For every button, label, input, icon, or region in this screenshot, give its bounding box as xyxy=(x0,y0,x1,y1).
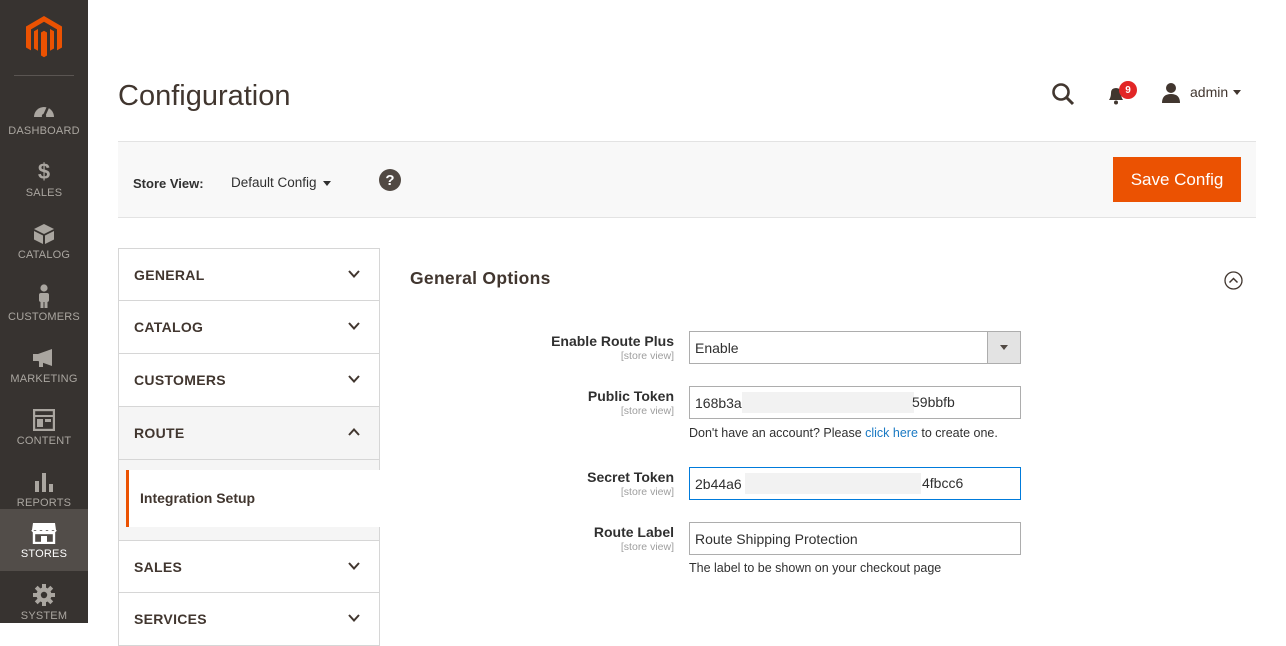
scope-hint: [store view] xyxy=(620,486,674,498)
admin-sidebar: DASHBOARD $ SALES CATALOG CUSTOMERS MARK… xyxy=(0,0,88,623)
nav-catalog[interactable]: CATALOG xyxy=(0,210,88,272)
nav-system[interactable]: SYSTEM xyxy=(0,571,88,633)
token-end: 59bbfb xyxy=(912,394,955,410)
select-value: Enable xyxy=(695,339,739,356)
chevron-down-icon xyxy=(348,322,360,330)
nav-label: CATALOG xyxy=(17,249,71,261)
tab-customers[interactable]: CUSTOMERS xyxy=(118,354,380,407)
subtab-label: Integration Setup xyxy=(140,490,256,506)
store-view-switcher[interactable]: Default Config xyxy=(231,175,317,190)
redacted-area xyxy=(745,473,921,494)
token-start: 2b44a6 xyxy=(695,475,742,492)
nav-label: DASHBOARD xyxy=(8,125,80,137)
route-label-note: The label to be shown on your checkout p… xyxy=(689,561,942,575)
nav-label: MARKETING xyxy=(10,373,78,385)
tab-services[interactable]: SERVICES xyxy=(118,593,380,646)
help-icon[interactable]: ? xyxy=(379,169,401,191)
nav-label: SALES xyxy=(25,187,63,199)
secret-token-field[interactable]: 2b44a6 4fbcc6 xyxy=(689,467,1021,500)
save-config-button[interactable]: Save Config xyxy=(1113,157,1241,202)
route-label-value: Route Shipping Protection xyxy=(695,530,858,547)
token-start: 168b3a xyxy=(695,394,742,411)
chevron-down-icon xyxy=(348,270,360,278)
chevron-down-icon xyxy=(348,375,360,383)
public-token-field[interactable]: 168b3a 59bbfb xyxy=(689,386,1021,419)
chevron-down-icon[interactable] xyxy=(1233,90,1241,95)
chevron-down-icon xyxy=(348,562,360,570)
nav-label: SYSTEM xyxy=(20,610,68,622)
redacted-area xyxy=(742,392,914,413)
tab-label: SERVICES xyxy=(134,611,207,627)
nav-marketing[interactable]: MARKETING xyxy=(0,334,88,396)
admin-user-menu[interactable]: admin xyxy=(1190,84,1228,100)
dashboard-icon xyxy=(0,98,88,122)
dollar-icon: $ xyxy=(37,159,51,184)
nav-dashboard[interactable]: DASHBOARD xyxy=(0,86,88,148)
nav-label: CONTENT xyxy=(16,435,72,447)
page-title: Configuration xyxy=(118,80,291,112)
megaphone-icon xyxy=(0,346,88,370)
user-icon[interactable] xyxy=(1160,82,1182,104)
person-icon xyxy=(0,284,88,308)
secret-token-label: Secret Token xyxy=(587,469,674,485)
nav-stores[interactable]: STORES xyxy=(0,509,88,571)
logo-divider xyxy=(14,75,74,76)
scope-hint: [store view] xyxy=(620,405,674,417)
tab-label: GENERAL xyxy=(134,267,205,283)
nav-label: REPORTS xyxy=(16,497,72,509)
chevron-down-icon[interactable] xyxy=(323,181,331,186)
nav-content[interactable]: CONTENT xyxy=(0,396,88,458)
create-account-link[interactable]: click here xyxy=(865,426,918,440)
collapse-section-icon[interactable] xyxy=(1224,271,1243,290)
nav-label: STORES xyxy=(20,548,68,560)
scope-hint: [store view] xyxy=(620,350,674,362)
notifications-badge: 9 xyxy=(1119,81,1137,99)
tab-route[interactable]: ROUTE xyxy=(118,407,380,460)
nav-customers[interactable]: CUSTOMERS xyxy=(0,272,88,334)
bar-chart-icon xyxy=(0,470,88,494)
chevron-down-icon xyxy=(1000,345,1008,350)
tab-catalog[interactable]: CATALOG xyxy=(118,301,380,354)
store-view-bar: Store View: Default Config ? Save Config xyxy=(118,141,1256,218)
magento-logo-icon xyxy=(26,16,62,58)
enable-route-plus-label: Enable Route Plus xyxy=(551,333,674,349)
layout-icon xyxy=(0,408,88,432)
nav-label: CUSTOMERS xyxy=(8,311,80,323)
enable-route-plus-select[interactable]: Enable xyxy=(689,331,1021,364)
token-end: 4fbcc6 xyxy=(922,475,964,491)
store-icon xyxy=(0,521,88,545)
box-icon xyxy=(0,222,88,246)
public-token-note: Don't have an account? Please click here… xyxy=(689,426,998,440)
magento-logo[interactable] xyxy=(0,0,88,74)
nav-sales[interactable]: $ SALES xyxy=(0,148,88,210)
route-label-label: Route Label xyxy=(593,524,674,540)
select-dropdown-button[interactable] xyxy=(987,332,1020,363)
scope-hint: [store view] xyxy=(620,541,674,553)
tab-label: CATALOG xyxy=(134,319,204,335)
tab-sales[interactable]: SALES xyxy=(118,540,380,593)
subtab-integration-setup[interactable]: Integration Setup xyxy=(126,470,381,527)
route-subtabs: Integration Setup xyxy=(118,460,381,540)
tab-label: CUSTOMERS xyxy=(134,372,226,388)
store-view-label: Store View: xyxy=(133,176,204,191)
gear-icon xyxy=(0,583,88,607)
config-tabs: GENERAL CATALOG CUSTOMERS ROUTE Integrat… xyxy=(118,248,381,646)
search-icon[interactable] xyxy=(1051,82,1075,106)
public-token-label: Public Token xyxy=(587,388,674,404)
tab-general[interactable]: GENERAL xyxy=(118,248,380,301)
section-title[interactable]: General Options xyxy=(410,268,551,289)
tab-label: SALES xyxy=(134,559,183,575)
route-label-field[interactable]: Route Shipping Protection xyxy=(689,522,1021,555)
chevron-up-icon xyxy=(348,428,360,436)
tab-label: ROUTE xyxy=(134,425,185,441)
